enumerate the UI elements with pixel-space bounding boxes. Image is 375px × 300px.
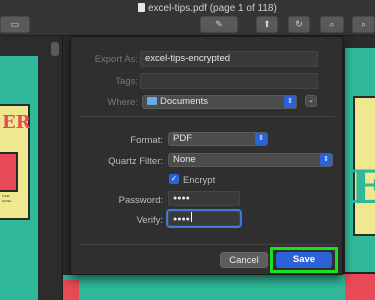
thumbnail-heading: ER (2, 112, 31, 133)
sidebar-toggle-button[interactable]: ▭ (0, 16, 30, 33)
thumbnail-sidebar[interactable]: ER Tricks EXCEL (0, 36, 63, 300)
quartz-filter-label: Quartz Filter: (108, 156, 163, 167)
checkmark-icon: ✓ (170, 174, 178, 183)
encrypt-checkbox[interactable]: ✓ (169, 174, 179, 184)
quartz-filter-value: None (173, 154, 196, 165)
tags-field[interactable] (140, 73, 318, 89)
cancel-button[interactable]: Cancel (220, 252, 268, 268)
verify-field[interactable]: ●●●● (168, 211, 240, 226)
thumbnail-line: EXCEL (2, 199, 12, 203)
rotate-button[interactable]: ↻ (288, 16, 310, 33)
tags-label: Tags: (115, 76, 138, 87)
dialog-separator (80, 116, 335, 117)
page-gap (345, 36, 375, 48)
page-thumbnail[interactable]: ER Tricks EXCEL (0, 56, 38, 300)
window-title: excel-tips.pdf (page 1 of 118) (138, 3, 277, 14)
verify-value: ●●●● (173, 216, 190, 223)
pencil-icon: ✎ (215, 19, 223, 29)
verify-label: Verify: (136, 215, 163, 226)
where-value: Documents (160, 96, 209, 107)
document-page-bottom (63, 275, 345, 300)
share-icon: ⬆ (263, 19, 271, 29)
chevron-updown-icon: ⇕ (255, 133, 267, 145)
search-icon: ⌕ (360, 19, 367, 29)
chevron-updown-icon: ⇕ (320, 154, 332, 166)
folder-icon (147, 97, 157, 105)
window-title-text: excel-tips.pdf (page 1 of 118) (148, 3, 277, 14)
chevron-updown-icon: ⇕ (284, 96, 296, 108)
annotate-button[interactable]: ⌕ (320, 16, 344, 33)
sidebar-toggle-icon: ▭ (10, 19, 20, 29)
annotate-icon: ⌕ (329, 19, 335, 29)
thumbnail-red-block (0, 152, 18, 192)
where-select[interactable]: Documents ⇕ (142, 95, 297, 109)
markup-button[interactable]: ✎ (200, 16, 238, 33)
format-select[interactable]: PDF ⇕ (168, 132, 268, 146)
export-as-label: Export As: (94, 54, 138, 65)
sidebar-scrollbar[interactable] (51, 42, 59, 56)
text-cursor (190, 212, 192, 222)
save-button[interactable]: Save (276, 252, 332, 268)
pdf-document-icon (138, 3, 145, 12)
share-button[interactable]: ⬆ (256, 16, 278, 33)
chevron-down-icon: ⌄ (308, 97, 314, 104)
format-label: Format: (130, 135, 163, 146)
thumbnail-line: Tricks (2, 194, 10, 198)
password-label: Password: (118, 195, 163, 206)
password-field[interactable]: ●●●● (168, 191, 240, 206)
encrypt-label: Encrypt (183, 175, 216, 186)
window-titlebar: excel-tips.pdf (page 1 of 118) ▭ ✎ ⬆ ↻ ⌕… (0, 0, 375, 36)
dialog-separator (80, 244, 335, 245)
where-label: Where: (107, 97, 138, 108)
export-as-field[interactable]: excel-tips-encrypted (140, 51, 318, 67)
rotate-icon: ↻ (295, 19, 303, 29)
document-heading-fragment: E (350, 160, 375, 214)
search-button[interactable]: ⌕ (352, 16, 375, 33)
expand-browser-button[interactable]: ⌄ (305, 95, 317, 107)
quartz-filter-select[interactable]: None ⇕ (168, 153, 333, 167)
document-red-fragment (63, 280, 79, 300)
format-value: PDF (173, 133, 192, 144)
